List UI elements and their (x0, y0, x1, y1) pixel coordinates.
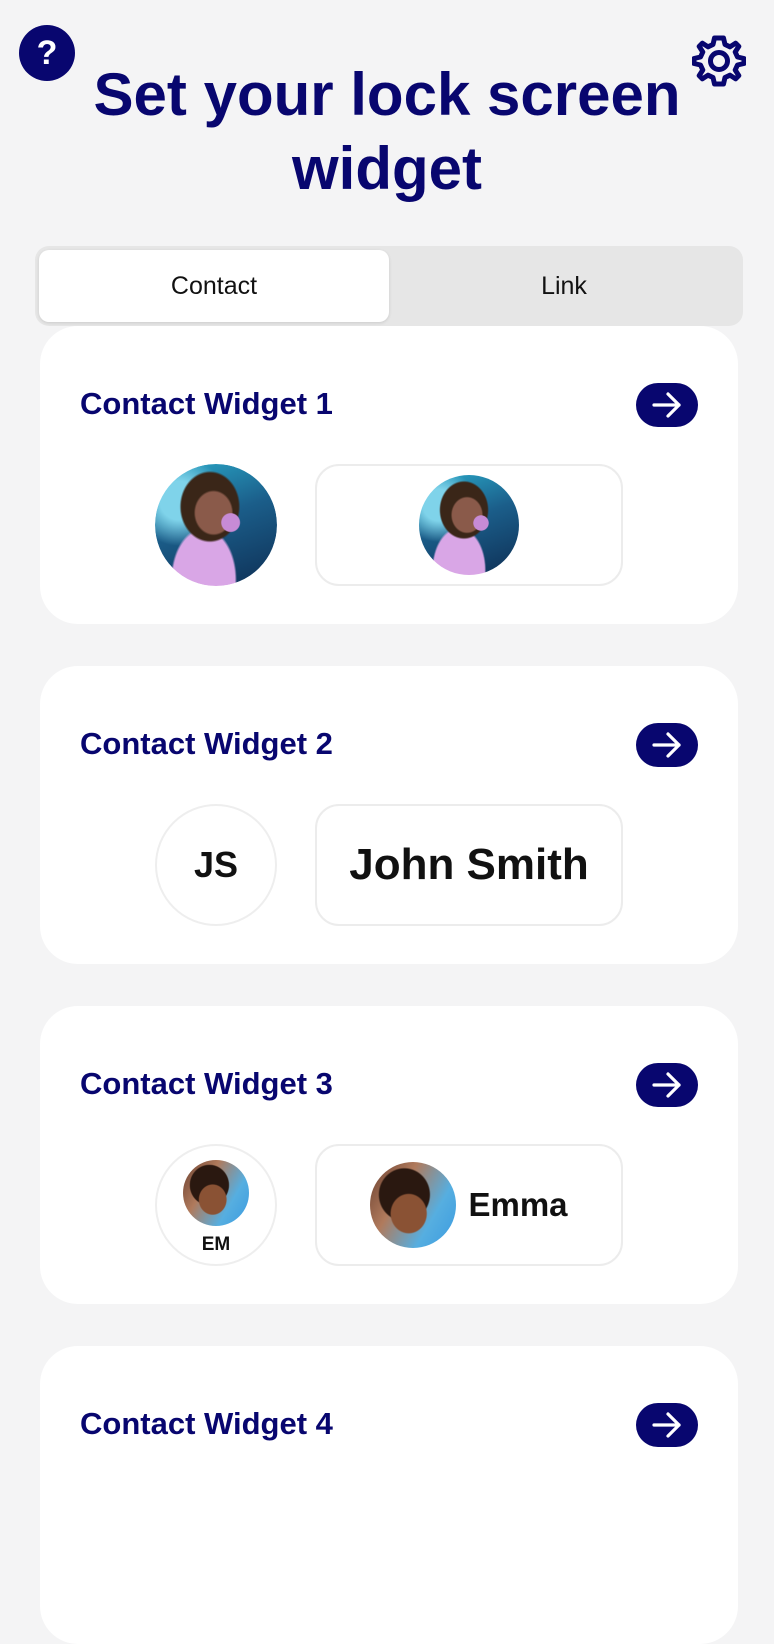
contact-name: Emma (468, 1186, 568, 1223)
open-widget-button[interactable] (636, 383, 698, 427)
contact-widget-card-3[interactable]: Contact Widget 3 EM Emma (40, 1006, 738, 1304)
circle-widget-preview: JS (155, 804, 277, 926)
tab-contact[interactable]: Contact (39, 250, 389, 322)
circle-widget-preview (155, 464, 277, 586)
open-widget-button[interactable] (636, 1403, 698, 1447)
arrow-right-icon (652, 732, 681, 758)
circle-widget-preview: EM (155, 1144, 277, 1266)
tab-switcher: Contact Link (35, 246, 743, 326)
card-title: Contact Widget 1 (80, 386, 333, 421)
arrow-right-icon (652, 1072, 681, 1098)
contact-photo (370, 1162, 457, 1248)
contact-photo (155, 464, 277, 586)
arrow-right-icon (652, 1412, 681, 1438)
arrow-right-icon (652, 392, 681, 418)
contact-photo (183, 1160, 249, 1226)
rect-widget-preview: John Smith (315, 804, 623, 926)
card-title: Contact Widget 3 (80, 1066, 333, 1101)
open-widget-button[interactable] (636, 723, 698, 767)
contact-initials: EM (201, 1234, 231, 1255)
contact-widget-card-2[interactable]: Contact Widget 2 JS John Smith (40, 666, 738, 964)
card-title: Contact Widget 2 (80, 726, 333, 761)
tab-link[interactable]: Link (389, 250, 739, 322)
card-title: Contact Widget 4 (80, 1406, 333, 1441)
contact-initials: JS (193, 844, 239, 885)
contact-widget-card-1[interactable]: Contact Widget 1 (40, 326, 738, 624)
page-title: Set your lock screen widget (93, 61, 681, 202)
rect-widget-preview (315, 464, 623, 586)
contact-widget-card-4[interactable]: Contact Widget 4 (40, 1346, 738, 1644)
rect-widget-preview: Emma (315, 1144, 623, 1266)
contact-name: John Smith (349, 840, 589, 889)
contact-photo (419, 475, 519, 575)
open-widget-button[interactable] (636, 1063, 698, 1107)
